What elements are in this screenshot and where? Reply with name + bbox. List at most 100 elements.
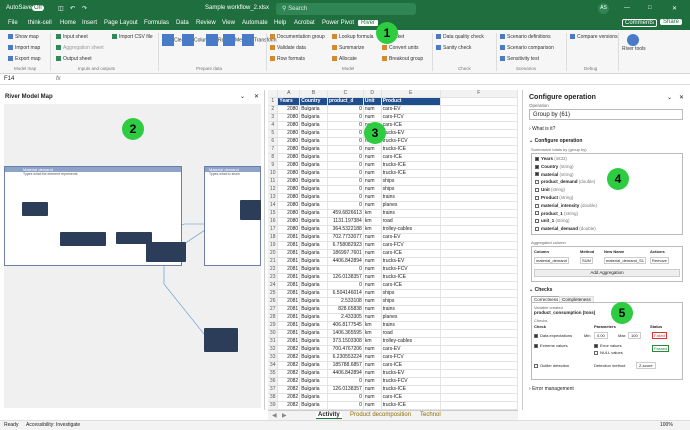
table-cell[interactable]: 2082 — [277, 361, 301, 370]
table-cell[interactable]: 6.758082923 — [327, 241, 364, 250]
remove-aggregation-button[interactable]: Remove — [650, 257, 669, 264]
table-cell[interactable]: 2081 — [277, 329, 301, 338]
checkbox[interactable] — [535, 211, 539, 216]
close-pane-icon[interactable]: ✕ — [254, 93, 259, 100]
table-cell[interactable]: planes — [381, 201, 441, 210]
row-number[interactable]: 34 — [268, 361, 279, 370]
row-formats-button[interactable]: Row formats — [270, 56, 305, 62]
table-cell[interactable]: 2.433305 — [327, 313, 364, 322]
table-cell[interactable]: trucks-ICE — [381, 169, 441, 178]
table-cell[interactable]: cars-ICE — [381, 361, 441, 370]
table-cell[interactable]: num — [363, 297, 382, 306]
checkbox[interactable] — [535, 219, 539, 224]
row-number[interactable]: 27 — [268, 305, 279, 314]
table-cell[interactable]: num — [363, 401, 382, 410]
row-number[interactable]: 10 — [268, 169, 279, 178]
table-cell[interactable]: Bulgaria — [299, 145, 328, 154]
table-cell[interactable] — [440, 305, 518, 314]
table-cell[interactable]: 700.4767206 — [327, 345, 364, 354]
group-by-field[interactable]: Unit (string) — [535, 187, 679, 195]
check-data-expectations[interactable]: Data expectations — [534, 333, 572, 338]
row-number[interactable]: 29 — [268, 321, 279, 330]
table-cell[interactable]: 0 — [327, 137, 364, 146]
table-cell[interactable]: 2081 — [277, 337, 301, 346]
table-cell[interactable]: Bulgaria — [299, 209, 328, 218]
table-cell[interactable]: Bulgaria — [299, 169, 328, 178]
table-cell[interactable] — [440, 249, 518, 258]
tab-insert[interactable]: Insert — [82, 20, 97, 26]
table-cell[interactable]: 2081 — [277, 313, 301, 322]
row-number[interactable]: 37 — [268, 385, 279, 394]
table-cell[interactable]: Bulgaria — [299, 305, 328, 314]
table-cell[interactable]: trucks-ICE — [381, 401, 441, 410]
column-header-c[interactable]: C — [327, 90, 364, 98]
allocate-button[interactable]: Allocate — [332, 56, 357, 62]
row-number[interactable]: 28 — [268, 313, 279, 322]
table-cell[interactable]: 2082 — [277, 353, 301, 362]
data-table[interactable]: A B C D E F 1 Years Country product_d Un… — [268, 90, 518, 410]
table-cell[interactable]: 2080 — [277, 177, 301, 186]
table-cell[interactable]: 2080 — [277, 137, 301, 146]
table-cell[interactable]: Bulgaria — [299, 185, 328, 194]
group-by-field[interactable]: Country (string) — [535, 164, 679, 172]
table-cell[interactable] — [440, 273, 518, 282]
table-cell[interactable]: 2081 — [277, 321, 301, 330]
group-by-field[interactable]: Years (int32) — [535, 156, 679, 164]
table-cell[interactable]: 2080 — [277, 129, 301, 138]
table-cell[interactable]: 2080 — [277, 217, 301, 226]
table-cell[interactable]: cars-ICE — [381, 281, 441, 290]
table-cell[interactable]: num — [363, 257, 382, 266]
row-number[interactable]: 30 — [268, 329, 279, 338]
table-cell[interactable]: num — [363, 313, 382, 322]
table-cell[interactable]: 2081 — [277, 241, 301, 250]
close-icon[interactable]: ✕ — [672, 5, 677, 12]
configure-section-toggle[interactable]: ⌄ Configure operation — [529, 138, 582, 144]
breakout-group-button[interactable]: Breakout group — [382, 56, 423, 62]
table-cell[interactable]: km — [363, 321, 382, 330]
table-cell[interactable]: 2081 — [277, 305, 301, 314]
summarize-button[interactable]: Summarize — [332, 45, 364, 51]
table-cell[interactable]: num — [363, 105, 382, 114]
import-csv-button[interactable]: Import CSV file — [112, 34, 153, 40]
table-cell[interactable] — [440, 321, 518, 330]
table-cell[interactable]: cars-FCV — [381, 353, 441, 362]
table-cell[interactable] — [440, 297, 518, 306]
table-cell[interactable]: 2081 — [277, 249, 301, 258]
table-cell[interactable]: num — [363, 281, 382, 290]
table-cell[interactable]: Bulgaria — [299, 297, 328, 306]
table-cell[interactable]: 2082 — [277, 345, 301, 354]
tab-page-layout[interactable]: Page Layout — [104, 20, 138, 26]
table-cell[interactable]: trucks-EV — [381, 257, 441, 266]
name-box[interactable]: F14 — [4, 76, 44, 82]
validate-data-button[interactable]: Validate data — [270, 45, 306, 51]
table-cell[interactable]: planes — [381, 313, 441, 322]
row-number[interactable]: 14 — [268, 201, 279, 210]
table-cell[interactable]: Bulgaria — [299, 313, 328, 322]
import-map-button[interactable]: Import map — [8, 45, 40, 51]
scenario-definitions-button[interactable]: Scenario definitions — [500, 34, 551, 40]
table-cell[interactable]: 2080 — [277, 121, 301, 130]
table-cell[interactable] — [440, 241, 518, 250]
table-cell[interactable]: 2080 — [277, 209, 301, 218]
row-number[interactable]: 19 — [268, 241, 279, 250]
table-cell[interactable]: num — [363, 289, 382, 298]
table-cell[interactable]: num — [363, 145, 382, 154]
table-cell[interactable]: num — [363, 385, 382, 394]
table-cell[interactable]: 2080 — [277, 145, 301, 154]
table-cell[interactable]: num — [363, 369, 382, 378]
header-cell[interactable]: product_d — [327, 97, 364, 106]
column-header-f[interactable]: F — [440, 90, 518, 98]
row-number[interactable]: 8 — [268, 153, 279, 162]
table-cell[interactable]: Bulgaria — [299, 225, 328, 234]
table-cell[interactable]: 2081 — [277, 297, 301, 306]
output-sheet-button[interactable]: Output sheet — [56, 56, 92, 62]
row-number[interactable]: 38 — [268, 393, 279, 402]
zoom-level[interactable]: 100% — [660, 422, 673, 428]
table-cell[interactable]: road — [381, 329, 441, 338]
table-cell[interactable]: Bulgaria — [299, 105, 328, 114]
table-cell[interactable] — [440, 153, 518, 162]
table-cell[interactable]: trucks-ICE — [381, 161, 441, 170]
tab-activity[interactable]: Activity — [316, 412, 342, 419]
table-cell[interactable]: Bulgaria — [299, 233, 328, 242]
table-cell[interactable]: trucks-FCV — [381, 377, 441, 386]
